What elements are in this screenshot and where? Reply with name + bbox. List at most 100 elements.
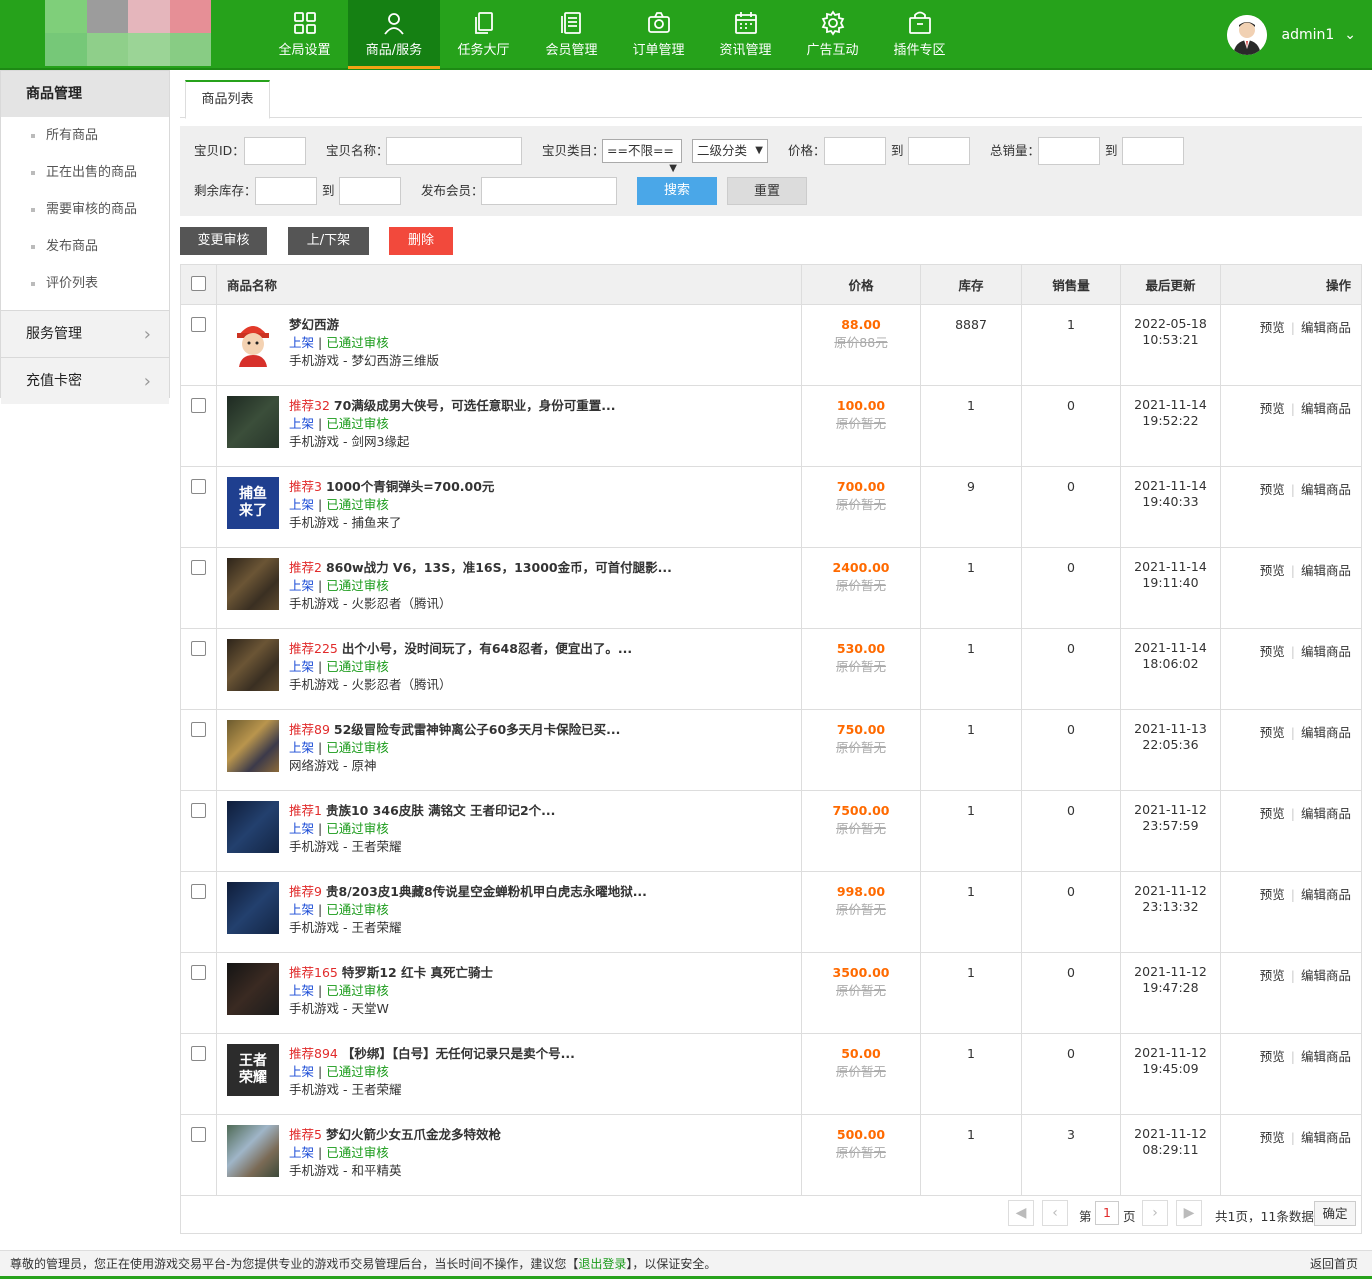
shelf-status[interactable]: 上架 bbox=[289, 659, 314, 674]
name-input[interactable] bbox=[386, 137, 522, 165]
subcategory-select[interactable]: 二级分类 ▼ bbox=[692, 139, 768, 163]
price-max-input[interactable] bbox=[908, 137, 970, 165]
row-checkbox[interactable] bbox=[191, 884, 206, 899]
product-title[interactable]: 【秒绑】【白号】无任何记录只是卖个号... bbox=[342, 1046, 575, 1061]
product-title[interactable]: 贵族10 346皮肤 满铭文 王者印记2个... bbox=[326, 803, 556, 818]
preview-link[interactable]: 预览 bbox=[1260, 563, 1285, 578]
shelf-status[interactable]: 上架 bbox=[289, 902, 314, 917]
preview-link[interactable]: 预览 bbox=[1260, 887, 1285, 902]
price-min-input[interactable] bbox=[824, 137, 886, 165]
nav-item-3[interactable]: 会员管理 bbox=[528, 0, 615, 69]
shelf-status[interactable]: 上架 bbox=[289, 1145, 314, 1160]
edit-product-link[interactable]: 编辑商品 bbox=[1301, 1130, 1351, 1145]
row-checkbox[interactable] bbox=[191, 479, 206, 494]
sidebar-item-all-products[interactable]: 所有商品 bbox=[1, 117, 169, 154]
sidebar-group-cards[interactable]: 充值卡密 › bbox=[1, 357, 169, 404]
sidebar-item-on-sale[interactable]: 正在出售的商品 bbox=[1, 154, 169, 191]
preview-link[interactable]: 预览 bbox=[1260, 1049, 1285, 1064]
preview-link[interactable]: 预览 bbox=[1260, 644, 1285, 659]
tab-product-list[interactable]: 商品列表 bbox=[185, 80, 270, 119]
preview-link[interactable]: 预览 bbox=[1260, 1130, 1285, 1145]
next-page-button[interactable]: › bbox=[1142, 1200, 1168, 1226]
edit-product-link[interactable]: 编辑商品 bbox=[1301, 401, 1351, 416]
product-title[interactable]: 52级冒险专武雷神钟离公子60多天月卡保险已买... bbox=[334, 722, 621, 737]
nav-item-7[interactable]: 插件专区 bbox=[876, 0, 963, 69]
select-all-checkbox[interactable] bbox=[191, 275, 206, 291]
prev-page-button[interactable]: ‹ bbox=[1042, 1200, 1068, 1226]
edit-product-link[interactable]: 编辑商品 bbox=[1301, 806, 1351, 821]
first-page-button[interactable]: ◀ bbox=[1008, 1200, 1034, 1226]
sales-max-input[interactable] bbox=[1122, 137, 1184, 165]
row-checkbox[interactable] bbox=[191, 1046, 206, 1061]
shelf-status[interactable]: 上架 bbox=[289, 1064, 314, 1079]
edit-product-link[interactable]: 编辑商品 bbox=[1301, 1049, 1351, 1064]
stock-min-input[interactable] bbox=[255, 177, 317, 205]
edit-product-link[interactable]: 编辑商品 bbox=[1301, 563, 1351, 578]
sidebar-item-pending-review[interactable]: 需要审核的商品 bbox=[1, 191, 169, 228]
row-checkbox[interactable] bbox=[191, 965, 206, 980]
nav-item-6[interactable]: 广告互动 bbox=[789, 0, 876, 69]
product-title[interactable]: 梦幻西游 bbox=[289, 317, 339, 332]
user-menu[interactable]: admin1 ⌄ bbox=[1227, 14, 1356, 56]
row-checkbox[interactable] bbox=[191, 560, 206, 575]
edit-product-link[interactable]: 编辑商品 bbox=[1301, 887, 1351, 902]
nav-item-4[interactable]: 订单管理 bbox=[615, 0, 702, 69]
search-button[interactable]: 搜索 bbox=[637, 177, 717, 205]
row-checkbox-cell bbox=[180, 547, 217, 629]
row-checkbox[interactable] bbox=[191, 803, 206, 818]
shelf-status[interactable]: 上架 bbox=[289, 740, 314, 755]
shelf-status[interactable]: 上架 bbox=[289, 497, 314, 512]
shelf-status[interactable]: 上架 bbox=[289, 335, 314, 350]
id-input[interactable] bbox=[244, 137, 306, 165]
stock-max-input[interactable] bbox=[339, 177, 401, 205]
preview-link[interactable]: 预览 bbox=[1260, 968, 1285, 983]
product-title[interactable]: 860w战力 V6，13S，准16S，13000金币，可首付腿影... bbox=[326, 560, 672, 575]
delete-button[interactable]: 删除 bbox=[389, 227, 453, 255]
confirm-page-button[interactable]: 确定 bbox=[1314, 1201, 1356, 1226]
last-page-button[interactable]: ▶ bbox=[1176, 1200, 1202, 1226]
product-title[interactable]: 特罗斯12 红卡 真死亡骑士 bbox=[342, 965, 493, 980]
home-link[interactable]: 返回首页 bbox=[1310, 1251, 1358, 1278]
preview-link[interactable]: 预览 bbox=[1260, 482, 1285, 497]
sidebar-item-reviews[interactable]: 评价列表 bbox=[1, 265, 169, 302]
product-title[interactable]: 70满级成男大侠号，可选任意职业，身份可重置... bbox=[334, 398, 616, 413]
shelf-status[interactable]: 上架 bbox=[289, 416, 314, 431]
nav-item-5[interactable]: 资讯管理 bbox=[702, 0, 789, 69]
member-input[interactable] bbox=[481, 177, 617, 205]
edit-product-link[interactable]: 编辑商品 bbox=[1301, 725, 1351, 740]
reset-button[interactable]: 重置 bbox=[727, 177, 807, 205]
row-checkbox[interactable] bbox=[191, 722, 206, 737]
price-cell: 500.00 原价暂无 bbox=[801, 1114, 921, 1196]
row-checkbox[interactable] bbox=[191, 1127, 206, 1142]
preview-link[interactable]: 预览 bbox=[1260, 401, 1285, 416]
edit-product-link[interactable]: 编辑商品 bbox=[1301, 482, 1351, 497]
shelf-toggle-button[interactable]: 上/下架 bbox=[288, 227, 369, 255]
change-review-button[interactable]: 变更审核 bbox=[180, 227, 267, 255]
shelf-status[interactable]: 上架 bbox=[289, 983, 314, 998]
edit-product-link[interactable]: 编辑商品 bbox=[1301, 644, 1351, 659]
sidebar-group-service[interactable]: 服务管理 › bbox=[1, 310, 169, 357]
preview-link[interactable]: 预览 bbox=[1260, 725, 1285, 740]
product-title[interactable]: 1000个青铜弹头=700.00元 bbox=[326, 479, 495, 494]
sidebar-section-title[interactable]: 商品管理 bbox=[1, 71, 169, 117]
preview-link[interactable]: 预览 bbox=[1260, 320, 1285, 335]
row-checkbox[interactable] bbox=[191, 398, 206, 413]
sidebar-item-publish[interactable]: 发布商品 bbox=[1, 228, 169, 265]
product-title[interactable]: 梦幻火箭少女五爪金龙多特效枪 bbox=[326, 1127, 501, 1142]
product-title[interactable]: 出个小号，没时间玩了，有648忍者，便宜出了。... bbox=[342, 641, 632, 656]
nav-item-1[interactable]: 商品/服务 bbox=[348, 0, 440, 69]
shelf-status[interactable]: 上架 bbox=[289, 578, 314, 593]
row-checkbox[interactable] bbox=[191, 317, 206, 332]
shelf-status[interactable]: 上架 bbox=[289, 821, 314, 836]
sales-min-input[interactable] bbox=[1038, 137, 1100, 165]
edit-product-link[interactable]: 编辑商品 bbox=[1301, 320, 1351, 335]
preview-link[interactable]: 预览 bbox=[1260, 806, 1285, 821]
page-number-input[interactable]: 1 bbox=[1095, 1201, 1119, 1225]
nav-item-2[interactable]: 任务大厅 bbox=[440, 0, 527, 69]
nav-item-0[interactable]: 全局设置 bbox=[261, 0, 348, 69]
product-title[interactable]: 贵8/203皮1典藏8传说星空金蝉粉机甲白虎志永曜地狱... bbox=[326, 884, 647, 899]
row-checkbox[interactable] bbox=[191, 641, 206, 656]
edit-product-link[interactable]: 编辑商品 bbox=[1301, 968, 1351, 983]
logout-link[interactable]: 退出登录 bbox=[578, 1257, 626, 1271]
category-select[interactable]: ==不限== ▼ bbox=[602, 139, 682, 174]
